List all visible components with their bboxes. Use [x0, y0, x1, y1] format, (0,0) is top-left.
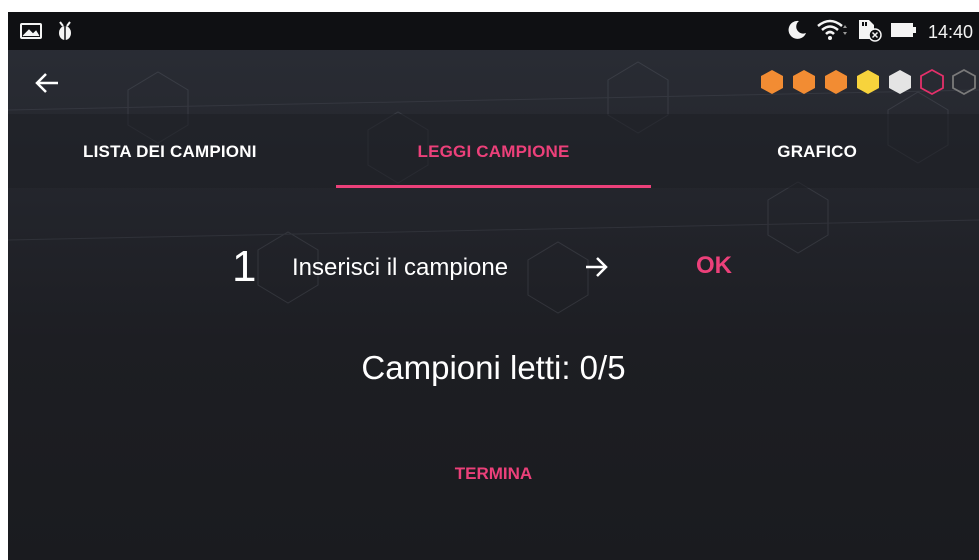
finish-button[interactable]: TERMINA: [8, 464, 979, 484]
tab-bar: LISTA DEI CAMPIONI LEGGI CAMPIONE GRAFIC…: [8, 114, 979, 188]
android-debug-icon: [56, 20, 74, 47]
tab-label: GRAFICO: [777, 142, 858, 161]
hexagon-outline-icon: [920, 68, 944, 96]
tab-label: LISTA DEI CAMPIONI: [83, 142, 257, 161]
image-icon: [20, 22, 42, 45]
moon-icon: [784, 18, 808, 47]
hexagon-filled-icon: [761, 70, 783, 94]
active-tab-indicator: [335, 185, 652, 188]
arrow-back-icon[interactable]: [34, 72, 60, 99]
hexagon-filled-icon: [793, 70, 815, 94]
hexagon-filled-icon: [889, 70, 911, 94]
battery-icon: [890, 20, 918, 45]
status-bar: 14:40: [8, 12, 979, 50]
tab-grafico[interactable]: GRAFICO: [655, 114, 979, 188]
ok-button[interactable]: OK: [696, 252, 732, 280]
tab-lista-dei-campioni[interactable]: LISTA DEI CAMPIONI: [8, 114, 332, 188]
app-screen: 14:40 LISTA DEI CAMPIONI LEGGI CAMPIONE …: [8, 12, 979, 560]
step-instruction: Inserisci il campione: [292, 254, 509, 281]
wifi-icon: [816, 18, 848, 47]
step-number: 1: [232, 242, 257, 291]
arrow-right-icon: [584, 255, 610, 284]
hexagon-filled-icon: [857, 70, 879, 94]
hexagon-outline-icon: [952, 68, 976, 96]
hexagon-filled-icon: [825, 70, 847, 94]
samples-read-counter: Campioni letti: 0/5: [361, 349, 626, 386]
progress-hexagons: [759, 68, 977, 96]
tab-label: LEGGI CAMPIONE: [417, 142, 570, 161]
tab-leggi-campione[interactable]: LEGGI CAMPIONE: [332, 114, 656, 188]
status-time: 14:40: [927, 22, 973, 42]
toolbar: [8, 50, 979, 114]
sim-card-icon: [856, 18, 882, 47]
